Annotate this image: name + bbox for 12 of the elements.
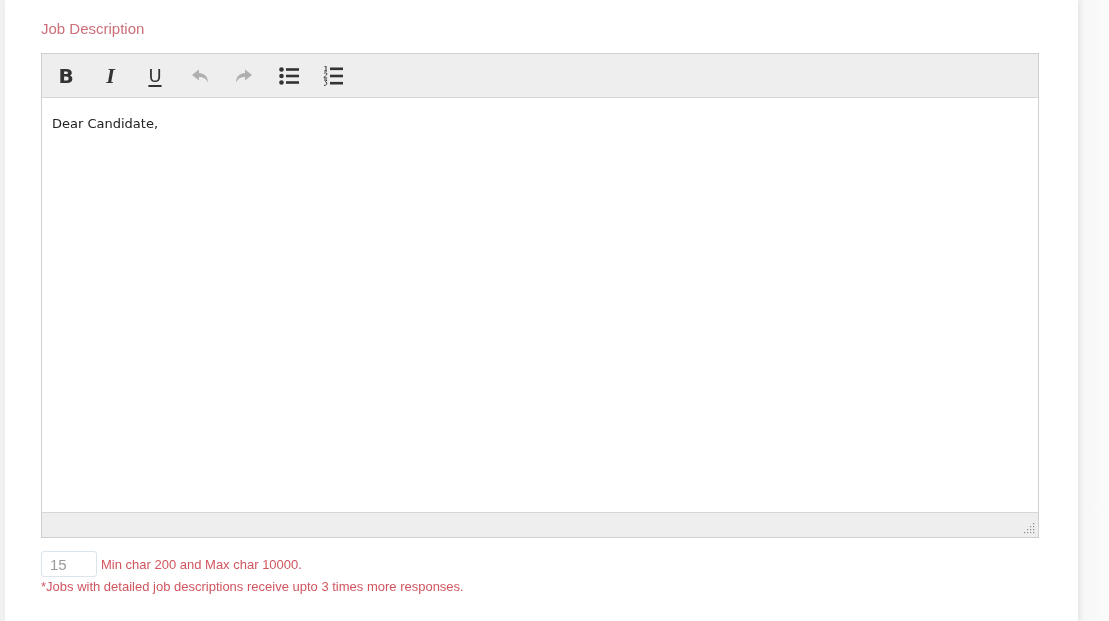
numbered-list-icon bbox=[323, 65, 343, 86]
undo-icon bbox=[191, 67, 208, 84]
job-description-tip: *Jobs with detailed job descriptions receive upto 3 times more responses. bbox=[41, 579, 464, 594]
resize-handle-icon[interactable] bbox=[1024, 523, 1035, 534]
bullet-list-icon bbox=[278, 66, 299, 85]
character-limit-hint: Min char 200 and Max char 10000. bbox=[101, 556, 302, 572]
italic-button[interactable]: I bbox=[95, 60, 126, 91]
redo-icon bbox=[236, 67, 252, 84]
field-label: Job Description bbox=[41, 19, 145, 39]
bold-button[interactable]: B bbox=[51, 60, 81, 91]
editor-text: Dear Candidate, bbox=[52, 116, 159, 132]
underline-button[interactable]: U bbox=[140, 60, 170, 91]
